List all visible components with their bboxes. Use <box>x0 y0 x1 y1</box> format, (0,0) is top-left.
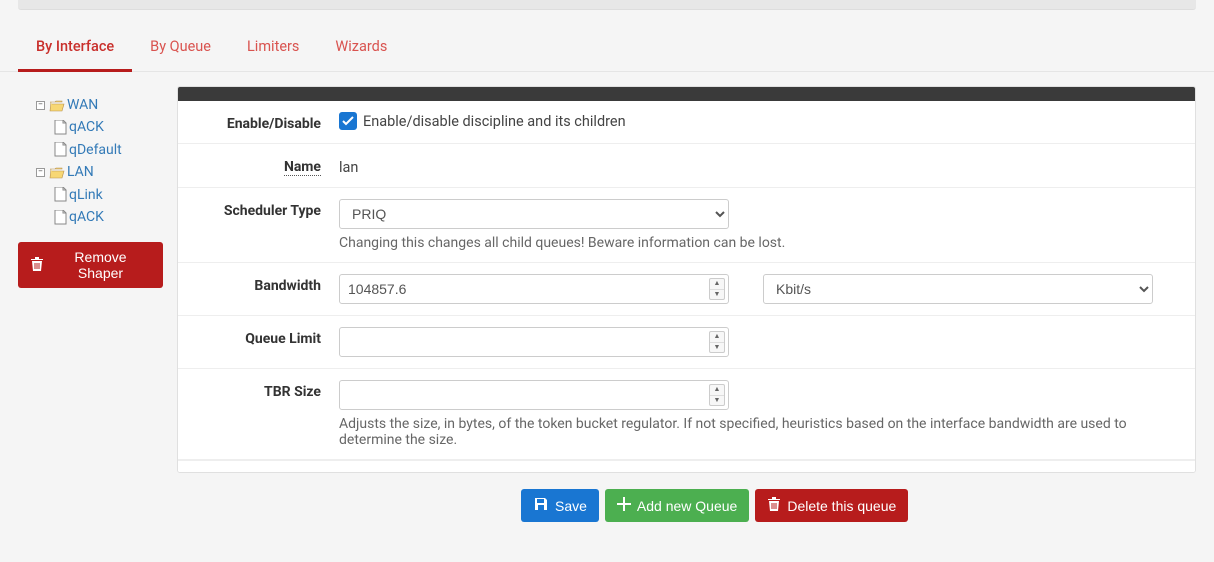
name-label: Name <box>194 155 339 175</box>
number-stepper[interactable]: ▲ ▼ <box>709 384 725 406</box>
scheduler-label: Scheduler Type <box>194 199 339 219</box>
trash-icon <box>767 496 781 515</box>
tbr-help: Adjusts the size, in bytes, of the token… <box>339 416 1139 448</box>
enable-label: Enable/Disable <box>194 112 339 132</box>
plus-icon <box>617 497 631 514</box>
tree-label[interactable]: qDefault <box>69 139 122 161</box>
form-actions: Save Add new Queue Delete this queue <box>177 473 1196 522</box>
file-icon <box>54 120 67 135</box>
chevron-down-icon[interactable]: ▼ <box>710 396 724 406</box>
file-icon <box>54 210 67 225</box>
bandwidth-unit-select[interactable]: Kbit/s <box>763 274 1153 304</box>
tree-label[interactable]: qACK <box>69 206 104 228</box>
trash-icon <box>30 256 44 275</box>
tabs-bar: By Interface By Queue Limiters Wizards <box>0 10 1214 72</box>
folder-open-icon <box>49 166 65 179</box>
queue-limit-label: Queue Limit <box>194 327 339 347</box>
tab-wizards[interactable]: Wizards <box>317 28 405 72</box>
delete-queue-button[interactable]: Delete this queue <box>755 489 908 522</box>
bandwidth-label: Bandwidth <box>194 274 339 294</box>
tree-node-wan-qack[interactable]: qACK <box>18 116 163 138</box>
save-icon <box>533 496 549 515</box>
scheduler-help: Changing this changes all child queues! … <box>339 235 1179 251</box>
tree-label[interactable]: WAN <box>67 94 98 116</box>
add-queue-button[interactable]: Add new Queue <box>605 489 749 522</box>
tbr-input[interactable] <box>339 380 729 410</box>
tree-node-wan-qdefault[interactable]: qDefault <box>18 139 163 161</box>
button-label: Save <box>555 498 587 514</box>
scheduler-select[interactable]: PRIQ <box>339 199 729 229</box>
button-label: Delete this queue <box>787 498 896 514</box>
remove-shaper-button[interactable]: Remove Shaper <box>18 242 163 288</box>
button-label: Remove Shaper <box>50 249 151 281</box>
chevron-down-icon[interactable]: ▼ <box>710 343 724 353</box>
sidebar: − WAN qACK qDefault <box>18 86 163 522</box>
chevron-up-icon[interactable]: ▲ <box>710 279 724 290</box>
tab-limiters[interactable]: Limiters <box>229 28 317 72</box>
tab-by-queue[interactable]: By Queue <box>132 28 229 72</box>
form-panel: Enable/Disable Enable/disable discipline… <box>177 86 1196 473</box>
tree-node-wan[interactable]: − WAN <box>18 94 163 116</box>
enable-checkbox[interactable] <box>339 112 357 130</box>
number-stepper[interactable]: ▲ ▼ <box>709 331 725 353</box>
minus-icon[interactable]: − <box>36 101 45 110</box>
bandwidth-input[interactable] <box>339 274 729 304</box>
enable-text: Enable/disable discipline and its childr… <box>363 113 626 130</box>
panel-header-bar <box>178 87 1195 101</box>
file-icon <box>54 142 67 157</box>
queue-limit-input[interactable] <box>339 327 729 357</box>
chevron-down-icon[interactable]: ▼ <box>710 290 724 300</box>
chevron-up-icon[interactable]: ▲ <box>710 332 724 343</box>
tab-by-interface[interactable]: By Interface <box>18 28 132 72</box>
folder-open-icon <box>49 99 65 112</box>
number-stepper[interactable]: ▲ ▼ <box>709 278 725 300</box>
button-label: Add new Queue <box>637 498 737 514</box>
tree-label[interactable]: LAN <box>67 161 94 183</box>
minus-icon[interactable]: − <box>36 168 45 177</box>
tree-label[interactable]: qACK <box>69 116 104 138</box>
file-icon <box>54 187 67 202</box>
tree-node-lan-qlink[interactable]: qLink <box>18 184 163 206</box>
tree-node-lan[interactable]: − LAN <box>18 161 163 183</box>
interface-tree: − WAN qACK qDefault <box>18 94 163 228</box>
chevron-up-icon[interactable]: ▲ <box>710 385 724 396</box>
save-button[interactable]: Save <box>521 489 599 522</box>
name-value: lan <box>339 155 1179 176</box>
tree-label[interactable]: qLink <box>69 184 103 206</box>
tree-node-lan-qack[interactable]: qACK <box>18 206 163 228</box>
tbr-label: TBR Size <box>194 380 339 400</box>
